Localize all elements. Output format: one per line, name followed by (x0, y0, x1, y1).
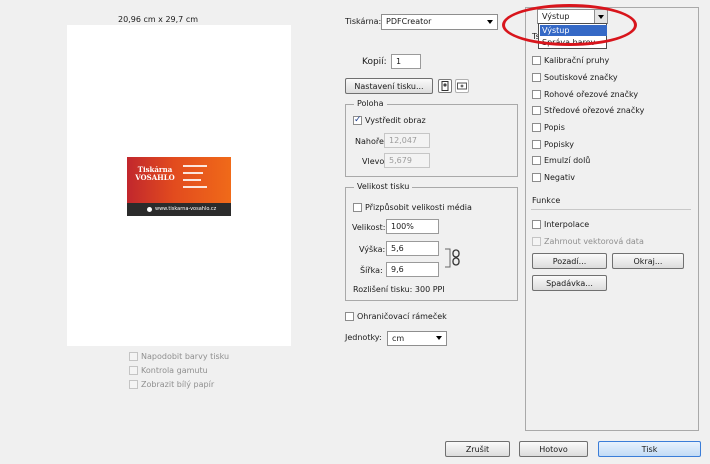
corner-crop-marks-checkbox[interactable] (532, 90, 541, 99)
preview-business-card: Tiskárna VOSAHLO www.tiskarna-vosahlo.cz (127, 157, 231, 216)
gamut-warning-checkbox[interactable] (129, 366, 138, 375)
emulsion-down-label: Emulzí dolů (544, 156, 591, 165)
top-label: Nahoře: (355, 137, 387, 146)
height-label: Výška: (359, 245, 386, 254)
proportion-link[interactable] (444, 240, 462, 276)
fit-media-checkbox[interactable] (353, 203, 362, 212)
calibration-bars-checkbox[interactable] (532, 56, 541, 65)
left-input[interactable]: 5,679 (384, 153, 430, 168)
include-vector-label: Zahrnout vektorová data (544, 237, 644, 246)
functions-divider (531, 209, 691, 210)
top-input[interactable]: 12,047 (384, 133, 430, 148)
position-title: Poloha (354, 99, 387, 109)
print-button[interactable]: Tisk (598, 441, 701, 457)
printer-label: Tiskárna: (345, 17, 382, 26)
chain-link-icon (445, 248, 460, 268)
bounding-box-checkbox[interactable] (345, 312, 354, 321)
card-footer: www.tiskarna-vosahlo.cz (127, 203, 231, 216)
width-input[interactable]: 9,6 (386, 262, 439, 277)
registration-marks-label: Soutiskové značky (544, 73, 618, 82)
bounding-box-label: Ohraničovací rámeček (357, 312, 447, 321)
emulsion-down-checkbox[interactable] (532, 156, 541, 165)
fit-media-label: Přizpůsobit velikosti média (365, 203, 472, 212)
calibration-bars-label: Kalibrační pruhy (544, 56, 610, 65)
print-resolution: Rozlišení tisku: 300 PPI (353, 285, 445, 294)
description-checkbox[interactable] (532, 123, 541, 132)
description-label: Popis (544, 123, 565, 132)
scale-label: Velikost: (352, 223, 386, 232)
card-contact-line (183, 172, 203, 174)
labels-label: Popisky (544, 140, 574, 149)
card-contact-line (183, 179, 201, 181)
center-image-checkbox[interactable] (353, 115, 362, 125)
paper-size-label: 20,96 cm x 29,7 cm (118, 15, 199, 24)
landscape-orientation-button[interactable] (455, 79, 469, 93)
card-body: Tiskárna VOSAHLO (127, 157, 231, 203)
units-select[interactable]: cm (387, 331, 447, 346)
print-size-title: Velikost tisku (354, 182, 413, 192)
highlight-annotation (502, 4, 637, 46)
cancel-button[interactable]: Zrušit (445, 441, 510, 457)
show-paper-white-label: Zobrazit bílý papír (141, 380, 215, 389)
width-label: Šířka: (360, 266, 383, 275)
card-brand-line2: VOSAHLO (135, 173, 175, 182)
negative-label: Negativ (544, 173, 575, 182)
print-settings-button[interactable]: Nastavení tisku... (345, 78, 433, 94)
include-vector-checkbox[interactable] (532, 237, 541, 246)
interpolation-checkbox[interactable] (532, 220, 541, 229)
show-paper-white-checkbox[interactable] (129, 380, 138, 389)
scale-input[interactable]: 100% (386, 219, 439, 234)
card-contact-line (183, 186, 207, 188)
units-value: cm (392, 334, 405, 343)
chevron-down-icon (436, 336, 442, 340)
simulate-print-colors-checkbox[interactable] (129, 352, 138, 361)
card-url: www.tiskarna-vosahlo.cz (155, 206, 217, 212)
card-brand: Tiskárna VOSAHLO (131, 166, 179, 182)
printer-select[interactable]: PDFCreator (381, 14, 498, 30)
output-panel (525, 7, 699, 431)
center-crop-marks-label: Středové ořezové značky (544, 106, 645, 115)
center-crop-marks-checkbox[interactable] (532, 106, 541, 115)
negative-checkbox[interactable] (532, 173, 541, 182)
interpolation-label: Interpolace (544, 220, 590, 229)
done-button[interactable]: Hotovo (519, 441, 588, 457)
portrait-orientation-button[interactable] (438, 79, 452, 93)
printer-value: PDFCreator (386, 17, 432, 26)
labels-checkbox[interactable] (532, 140, 541, 149)
simulate-print-colors-label: Napodobit barvy tisku (141, 352, 230, 361)
corner-crop-marks-label: Rohové ořezové značky (544, 90, 639, 99)
background-button[interactable]: Pozadí... (532, 253, 607, 269)
gamut-warning-label: Kontrola gamutu (141, 366, 208, 375)
border-button[interactable]: Okraj... (612, 253, 684, 269)
height-input[interactable]: 5,6 (386, 241, 439, 256)
registration-marks-checkbox[interactable] (532, 73, 541, 82)
copies-input[interactable]: 1 (391, 54, 421, 69)
portrait-icon (441, 81, 449, 91)
chevron-down-icon (487, 20, 493, 24)
landscape-icon (457, 82, 467, 90)
card-contact-line (183, 165, 207, 167)
units-label: Jednotky: (345, 333, 382, 342)
copies-label: Kopií: (362, 57, 387, 67)
bleed-button[interactable]: Spadávka... (532, 275, 607, 291)
globe-icon (147, 207, 152, 212)
center-image-label: Vystředit obraz (365, 116, 426, 125)
functions-title: Funkce (532, 196, 561, 205)
